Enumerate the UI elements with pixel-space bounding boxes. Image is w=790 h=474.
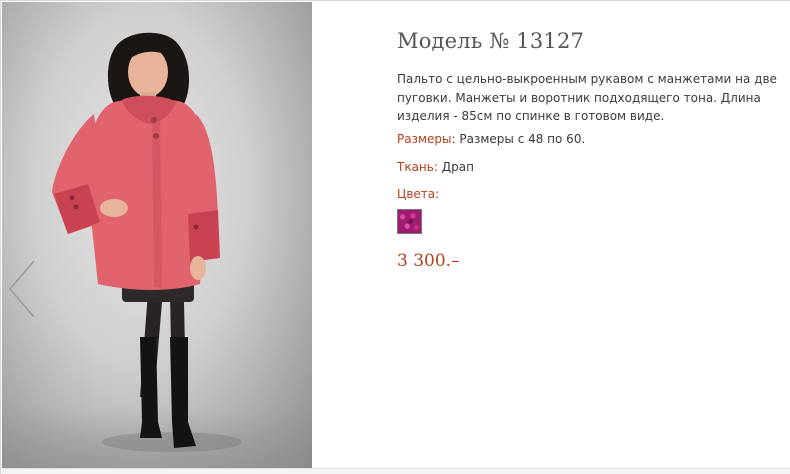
product-card: Модель № 13127 Пальто с цельно-выкроенны… bbox=[0, 0, 790, 474]
sizes-row: Размеры: Размеры с 48 по 60. bbox=[397, 132, 777, 147]
model-figure bbox=[52, 32, 242, 452]
chevron-left-icon[interactable] bbox=[6, 257, 38, 321]
fabric-row: Ткань: Драп bbox=[397, 160, 777, 175]
product-price: 3 300.– bbox=[397, 250, 460, 271]
colors-label: Цвета: bbox=[397, 186, 440, 201]
product-details: Модель № 13127 Пальто с цельно-выкроенны… bbox=[397, 29, 777, 271]
bottom-divider bbox=[1, 468, 790, 474]
sizes-label: Размеры: bbox=[397, 131, 456, 146]
product-title: Модель № 13127 bbox=[397, 29, 585, 53]
product-photo[interactable] bbox=[2, 2, 312, 468]
color-swatch[interactable] bbox=[397, 208, 422, 234]
product-description: Пальто с цельно-выкроенным рукавом с ман… bbox=[397, 72, 777, 123]
coat bbox=[86, 99, 208, 290]
sizes-value: Размеры с 48 по 60. bbox=[459, 131, 586, 146]
fabric-label: Ткань: bbox=[397, 159, 438, 174]
fabric-value: Драп bbox=[441, 159, 474, 174]
colors-row: Цвета: bbox=[397, 187, 777, 234]
